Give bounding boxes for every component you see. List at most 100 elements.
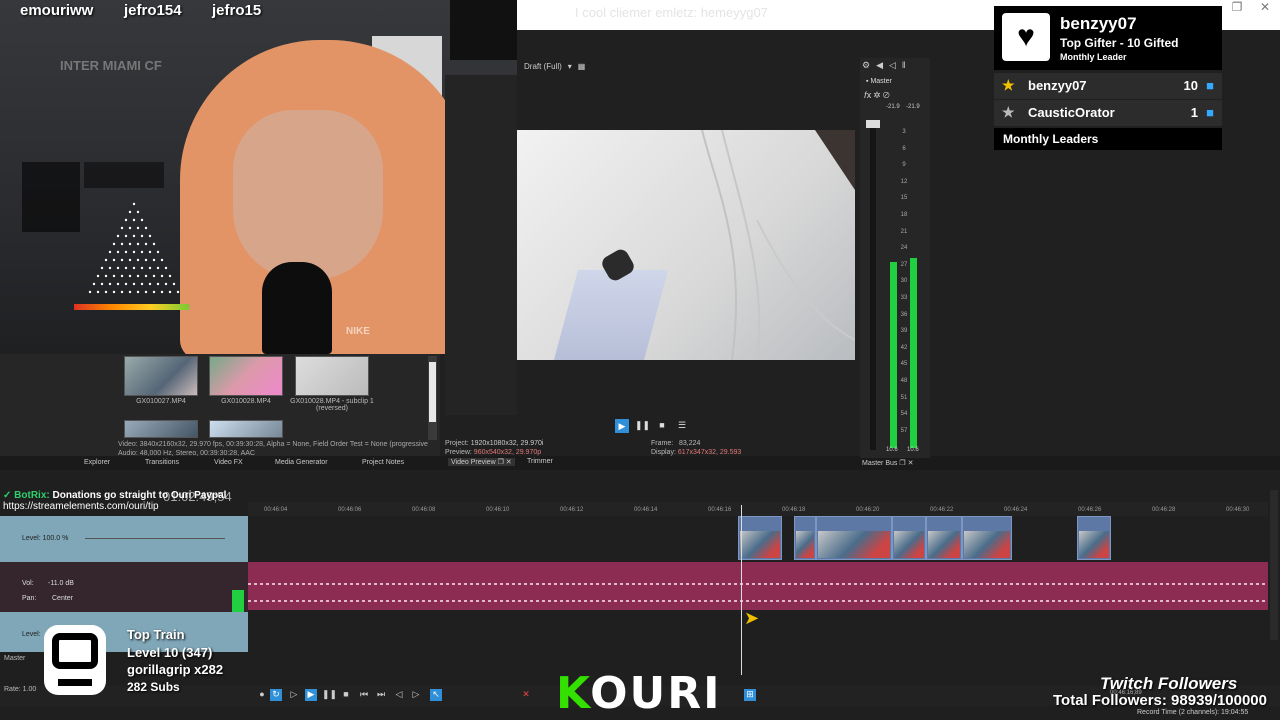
bot-name: BotRix: (14, 490, 50, 501)
preview-info: Project: 1920x1080x32, 29.970i Preview: … (445, 439, 543, 457)
train-icon (52, 633, 98, 669)
audio-track-header[interactable] (0, 562, 248, 612)
microphone (262, 262, 332, 354)
loop-icon[interactable]: ↻ (270, 689, 282, 701)
play-icon[interactable]: ▶ (615, 419, 629, 433)
track1-level-slider[interactable] (85, 538, 225, 539)
frame-info: Frame: 83,224 Display: 617x347x32, 29.59… (651, 439, 741, 457)
chevron-down-icon[interactable]: ▾ (568, 62, 572, 71)
track3-level: Level: (22, 631, 41, 638)
dot-pyramid (88, 202, 180, 294)
track1-level: Level: 100.0 % (22, 535, 69, 542)
media-thumb[interactable] (295, 356, 369, 396)
video-clip[interactable] (738, 516, 782, 560)
track2-vol-value: -11.0 dB (48, 580, 74, 587)
video-clip[interactable] (816, 516, 892, 560)
project-value: 1920x1080x32, 29.970i (470, 440, 544, 447)
track2-pan-value: Center (52, 595, 74, 602)
audio-clip[interactable] (248, 562, 1268, 610)
pause-icon[interactable]: ❚❚ (635, 419, 650, 433)
ruler-tick: 00:46:08 (412, 507, 436, 513)
play-icon[interactable]: ▶ (305, 689, 317, 701)
master-fader-handle[interactable] (866, 120, 880, 128)
tab-trimmer[interactable]: Trimmer (527, 458, 553, 465)
tab-transitions[interactable]: Transitions (145, 459, 179, 466)
frame-value: 83,224 (679, 440, 701, 447)
ruler-tick: 00:46:20 (856, 507, 880, 513)
video-clip[interactable] (1077, 516, 1111, 560)
brand-rest: OURI (590, 668, 722, 719)
frame-label: Frame: (651, 440, 674, 447)
delete-icon[interactable]: ✕ (520, 689, 532, 701)
window-controls[interactable]: ❐ ✕ (1230, 0, 1272, 14)
edit-tool-icon[interactable]: ↖ (430, 689, 442, 701)
meter-bottom-left: 10.6 (886, 447, 898, 453)
tab-project-notes[interactable]: Project Notes (362, 459, 404, 466)
timeline-scrollbar[interactable] (1270, 490, 1278, 640)
menu-icon[interactable]: ☰ (675, 419, 689, 433)
timeline-ruler[interactable] (248, 502, 1268, 516)
media-thumb[interactable] (124, 356, 198, 396)
ruler-tick: 00:46:22 (930, 507, 954, 513)
close-icon[interactable]: ✕ (1258, 0, 1272, 14)
go-end-icon[interactable]: ⏭ (375, 689, 387, 701)
tab-media-generator[interactable]: Media Generator (275, 459, 328, 466)
gifter-subtitle: Monthly Leader (1060, 52, 1127, 62)
ghost-text: I cool cliemer emletz: hemeyyg07 (575, 5, 768, 20)
record-icon[interactable]: ● (256, 689, 268, 701)
media-thumb[interactable] (124, 420, 198, 438)
media-thumb[interactable] (209, 420, 283, 438)
media-thumb[interactable] (209, 356, 283, 396)
mixer-icon[interactable]: ‖ (902, 60, 906, 71)
tab-explorer[interactable]: Explorer (84, 459, 110, 466)
gift-icon: ■ (1206, 78, 1214, 93)
ruler-tick: 00:46:06 (338, 507, 362, 513)
preview-value: 960x540x32, 29.970p (473, 449, 542, 456)
chat-link[interactable]: https://streamelements.com/ouri/tip (3, 501, 226, 512)
gear-icon[interactable]: ⚙ (862, 60, 870, 71)
snap-icon[interactable]: ⊞ (744, 689, 756, 701)
leaders-footer: Monthly Leaders (994, 128, 1222, 150)
pause-icon[interactable]: ❚❚ (322, 689, 337, 701)
prev-frame-icon[interactable]: ◁ (393, 689, 405, 701)
gift-heart-icon: ♥ (1002, 13, 1050, 61)
master-fader-track[interactable] (870, 120, 876, 450)
play-start-icon[interactable]: ▷ (288, 689, 300, 701)
stop-icon[interactable]: ■ (655, 419, 669, 433)
video-clip[interactable] (794, 516, 816, 560)
speaker-icon[interactable]: ◀ (876, 60, 883, 71)
meter-right (910, 258, 917, 448)
display-value: 617x347x32, 29.593 (677, 449, 742, 456)
star-icon: ★ (1002, 104, 1015, 120)
meter-bottom-right: 10.6 (907, 447, 919, 453)
next-frame-icon[interactable]: ▷ (410, 689, 422, 701)
tab-video-fx[interactable]: Video FX (214, 459, 243, 466)
bot-icon: ✓ (3, 490, 12, 501)
audio-wave-top (248, 583, 1268, 585)
display-label: Display: (651, 449, 676, 456)
viewer-name: jefro154 (124, 2, 182, 19)
stop-icon[interactable]: ■ (340, 689, 352, 701)
wall-poster-dark (450, 0, 517, 60)
audio-wave-bottom (248, 600, 1268, 602)
face (233, 110, 383, 280)
restore-icon[interactable]: ❐ (1230, 0, 1244, 14)
peak-right: -21.9 (906, 104, 920, 110)
tab-video-preview[interactable]: Video Preview ❐ ✕ (448, 458, 515, 466)
master-track-label: Master (4, 655, 26, 662)
quality-dropdown[interactable]: Draft (Full) (524, 62, 562, 71)
video-clip[interactable] (926, 516, 962, 560)
go-start-icon[interactable]: ⏮ (358, 689, 370, 701)
dot-bar (74, 304, 189, 310)
grid-icon[interactable]: ▦ (578, 62, 586, 71)
tab-master-bus[interactable]: Master Bus ❐ ✕ (862, 459, 913, 467)
video-clip[interactable] (962, 516, 1012, 560)
fx-icon[interactable]: 𝑓x ✲ ⊘ (864, 90, 890, 101)
mute-icon[interactable]: ◁ (889, 60, 896, 71)
media-scrollbar[interactable] (428, 356, 437, 440)
video-clip[interactable] (892, 516, 926, 560)
stats-panel (22, 162, 80, 232)
playhead[interactable] (741, 505, 742, 675)
followers-total: Total Followers: 98939/100000 (1053, 692, 1267, 709)
leader-name: CausticOrator (1028, 105, 1115, 120)
